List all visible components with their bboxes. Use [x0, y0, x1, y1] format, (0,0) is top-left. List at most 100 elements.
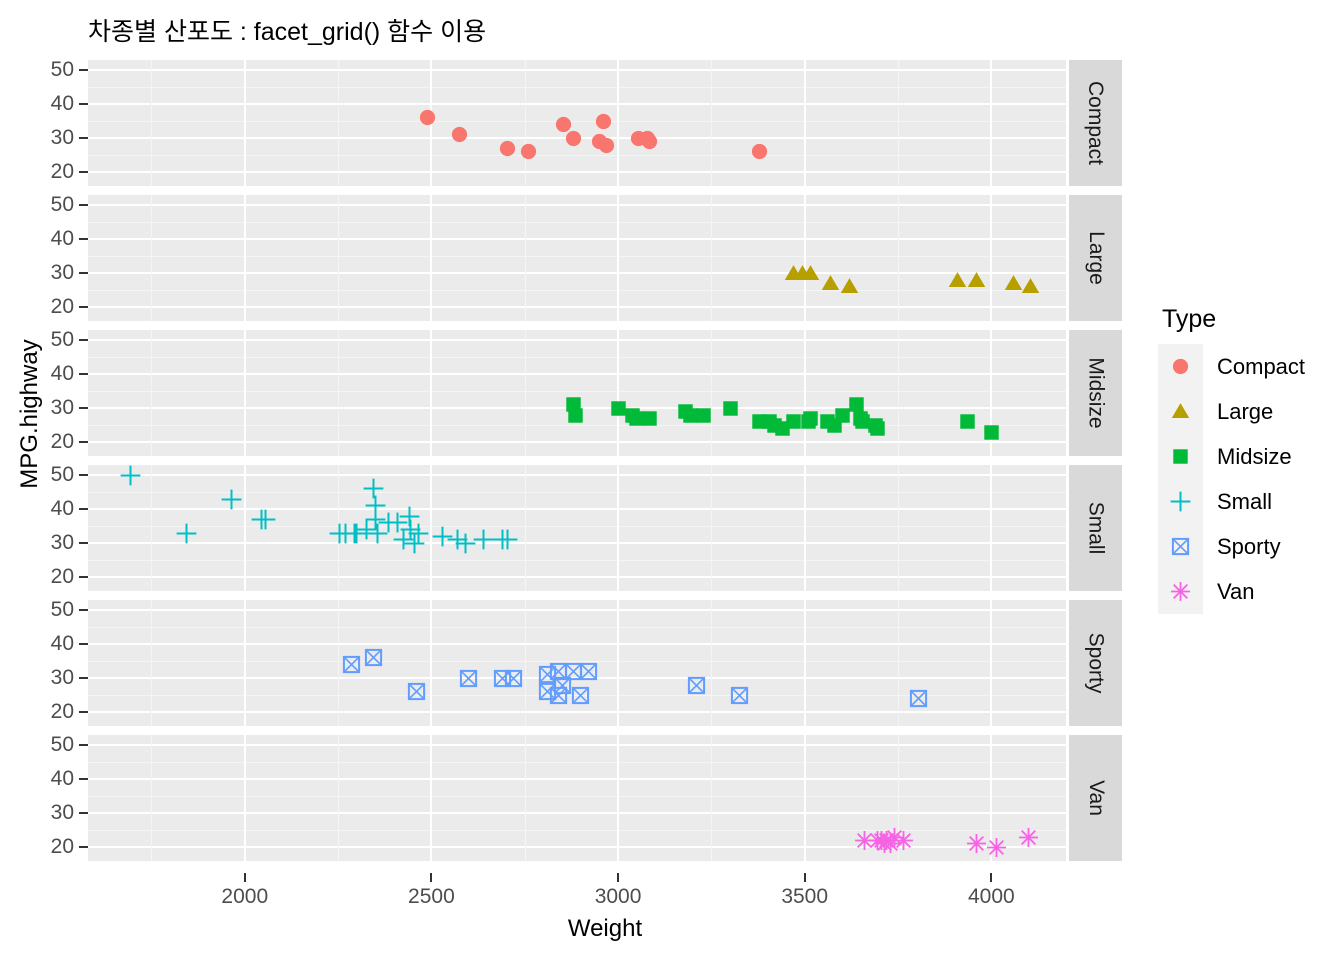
gridline-minor-horizontal — [88, 796, 1066, 798]
y-tick-label: 40 — [50, 227, 74, 251]
gridline-major-vertical — [990, 195, 993, 321]
data-point — [687, 676, 706, 694]
y-tick-mark — [79, 812, 88, 815]
gridline-major-horizontal — [88, 204, 1066, 207]
y-tick-mark — [79, 441, 88, 444]
gridline-minor-vertical — [151, 330, 153, 456]
legend-key-plus-icon — [1158, 479, 1203, 524]
gridline-major-horizontal — [88, 441, 1066, 444]
facet-strip-large: Large — [1069, 195, 1122, 321]
gridline-minor-vertical — [898, 465, 900, 591]
data-point — [420, 110, 436, 126]
legend: Type Compact Large Midsize Small Sporty Van — [1158, 305, 1344, 614]
gridline-minor-vertical — [524, 735, 526, 861]
x-tick-mark — [803, 873, 806, 882]
gridline-minor-horizontal — [88, 762, 1066, 764]
data-point — [455, 533, 475, 554]
legend-key-circle-icon — [1158, 344, 1203, 389]
x-tick-label: 3000 — [594, 885, 642, 908]
facet-row: 20 30 40 50 Midsize — [51, 328, 1122, 456]
gridline-major-vertical — [430, 600, 433, 726]
gridline-major-horizontal — [88, 306, 1066, 309]
gridline-minor-vertical — [711, 600, 713, 726]
legend-item-small[interactable]: Small — [1158, 479, 1344, 524]
data-point — [364, 649, 383, 667]
gridline-major-horizontal — [88, 69, 1066, 72]
data-point — [822, 275, 840, 290]
legend-item-compact[interactable]: Compact — [1158, 344, 1344, 389]
gridline-major-horizontal — [88, 744, 1066, 747]
gridline-minor-horizontal — [88, 391, 1066, 393]
legend-item-large[interactable]: Large — [1158, 389, 1344, 434]
data-point — [451, 127, 468, 143]
y-tick-mark — [79, 677, 88, 680]
legend-label: Small — [1217, 488, 1273, 514]
y-tick-label: 50 — [50, 58, 74, 82]
legend-item-midsize[interactable]: Midsize — [1158, 434, 1344, 479]
gridline-minor-vertical — [151, 60, 153, 186]
gridline-major-vertical — [803, 600, 806, 726]
data-point — [595, 113, 611, 129]
facet-row: 20 30 40 50 Sporty — [51, 598, 1122, 726]
y-tick-mark — [79, 171, 88, 174]
y-tick-label: 20 — [50, 430, 74, 454]
gridline-major-vertical — [990, 60, 993, 186]
data-point — [752, 144, 768, 160]
y-tick-label: 50 — [50, 328, 74, 352]
data-point — [948, 271, 967, 287]
legend-item-sporty[interactable]: Sporty — [1158, 524, 1344, 569]
data-point — [642, 411, 658, 426]
gridline-major-horizontal — [88, 272, 1066, 275]
gridline-minor-vertical — [711, 60, 713, 186]
facet-strip-sporty: Sporty — [1069, 600, 1122, 726]
y-tick-mark — [79, 609, 88, 612]
gridline-minor-horizontal — [88, 357, 1066, 359]
legend-item-van[interactable]: Van — [1158, 569, 1344, 614]
data-point — [504, 669, 523, 687]
y-tick-mark — [79, 204, 88, 207]
x-tick-label: 2000 — [221, 885, 269, 908]
y-tick-mark — [79, 711, 88, 714]
gridline-major-vertical — [803, 465, 806, 591]
gridline-minor-vertical — [524, 330, 526, 456]
y-tick-label: 40 — [50, 497, 74, 521]
y-tick-mark — [79, 407, 88, 410]
data-point — [959, 414, 975, 430]
facet-strip-label: Sporty — [1084, 632, 1108, 694]
y-tick-label: 30 — [50, 126, 74, 150]
y-tick-mark — [79, 272, 88, 275]
data-point — [1021, 278, 1040, 294]
facet-panel-compact — [88, 60, 1066, 186]
facet-strip-van: Van — [1069, 735, 1122, 861]
x-tick-mark — [243, 873, 246, 882]
gridline-major-horizontal — [88, 643, 1066, 646]
data-point — [500, 140, 516, 157]
gridline-major-vertical — [990, 465, 993, 591]
gridline-major-horizontal — [88, 238, 1066, 241]
y-tick-mark — [79, 103, 88, 106]
y-tick-label: 50 — [50, 193, 74, 217]
data-point — [870, 421, 885, 436]
gridline-minor-vertical — [151, 195, 153, 321]
facet-panel-small — [88, 465, 1066, 591]
data-point — [520, 144, 537, 160]
facet-row: 20 30 40 50 Large — [51, 193, 1122, 321]
facet-panel-midsize — [88, 330, 1066, 456]
facet-strip-compact: Compact — [1069, 60, 1122, 186]
legend-label: Van — [1217, 578, 1255, 604]
gridline-minor-horizontal — [88, 830, 1066, 832]
gridline-major-horizontal — [88, 339, 1066, 342]
gridline-major-vertical — [803, 60, 806, 186]
x-tick-mark — [430, 873, 433, 882]
y-axis-ticks: 20 30 40 50 — [0, 733, 88, 861]
data-point — [801, 264, 820, 280]
y-tick-label: 30 — [50, 801, 74, 825]
data-point — [567, 407, 583, 423]
gridline-major-horizontal — [88, 373, 1066, 376]
x-tick-mark — [990, 873, 993, 882]
gridline-major-vertical — [243, 195, 246, 321]
data-point — [967, 271, 986, 287]
data-point — [909, 690, 928, 708]
gridline-major-vertical — [803, 735, 806, 861]
facet-strip-label: Midsize — [1084, 357, 1108, 429]
